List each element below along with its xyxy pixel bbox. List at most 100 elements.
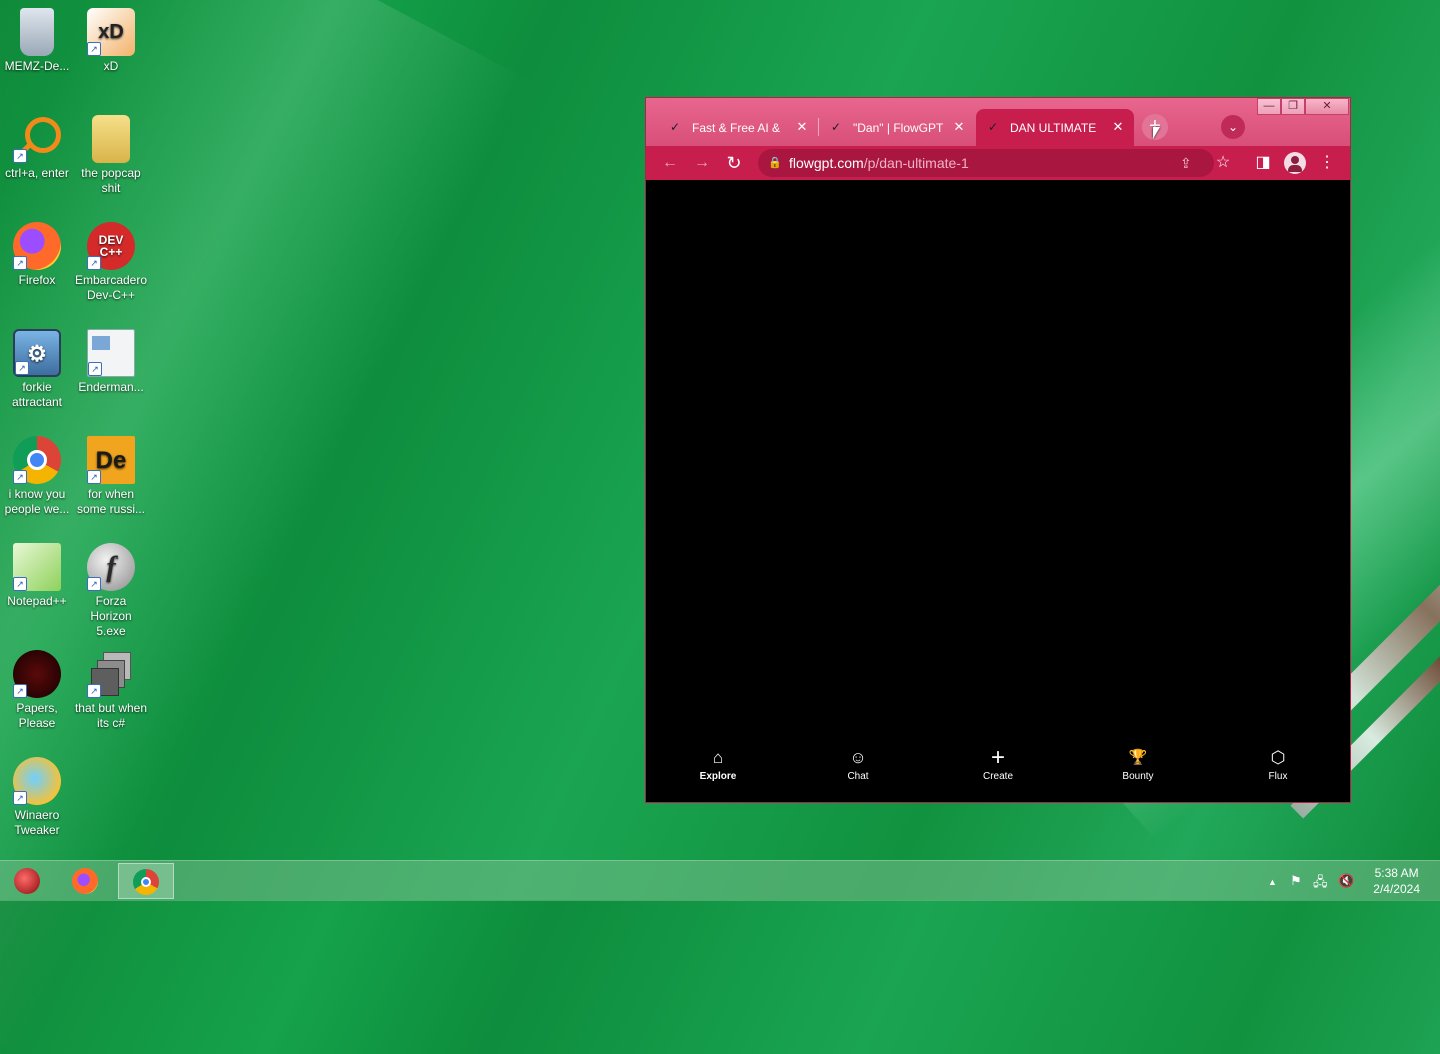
nav-label: Chat [847, 771, 869, 782]
desktop-icon-winaero[interactable]: ↗ Winaero Tweaker [0, 757, 74, 838]
forward-button[interactable]: → [690, 151, 714, 175]
flowgpt-favicon-icon: ✓ [831, 120, 842, 134]
desktop-icon-memz[interactable]: MEMZ-De... [0, 8, 74, 74]
tab-dan-flowgpt[interactable]: ✓ "Dan" | FlowGPT ✕ [819, 109, 975, 146]
desktop-icon-label: Firefox [18, 273, 56, 287]
xd-app-icon: xD ↗ [87, 8, 135, 56]
back-button[interactable]: ← [658, 151, 682, 175]
taskbar-chrome[interactable] [118, 863, 174, 899]
desktop-icon-label: Winaero Tweaker [14, 808, 60, 837]
nav-chat[interactable]: ☺ Chat [818, 748, 898, 782]
desktop-icon-notepadpp[interactable]: ↗ Notepad++ [0, 543, 74, 609]
clock-date: 2/4/2024 [1373, 882, 1420, 896]
desktop-icon-label: Forza Horizon 5.exe [90, 594, 132, 638]
desktop-icon-label: MEMZ-De... [4, 59, 70, 73]
nav-flux[interactable]: ⬡ Flux [1238, 748, 1318, 782]
chat-bot-icon: ☺ [849, 748, 867, 767]
desktop-icon-csharp[interactable]: ↗ that but when its c# [74, 650, 148, 731]
url-text: flowgpt.com/p/dan-ultimate-1 [789, 155, 969, 171]
notepadpp-icon: ↗ [13, 543, 61, 591]
nav-explore[interactable]: ⌂ Explore [678, 748, 758, 782]
desktop-icon-label: Papers, Please [16, 701, 58, 730]
flowgpt-favicon-icon: ✓ [988, 120, 999, 134]
window-app-icon: ↗ [87, 329, 135, 377]
desktop-icon-enderman[interactable]: ↗ Enderman... [74, 329, 148, 395]
bookmark-star-icon[interactable]: ☆ [1211, 151, 1235, 175]
nav-bounty[interactable]: 🏆 Bounty [1098, 748, 1178, 782]
trophy-icon: 🏆 [1128, 749, 1148, 766]
browser-titlebar[interactable]: — ❐ ✕ ✓ Fast & Free AI & ✕ ✓ "Dan" | Flo… [646, 98, 1350, 146]
side-panel-icon[interactable]: ◨ [1251, 151, 1275, 175]
de-app-icon: De ↗ [87, 436, 135, 484]
lock-icon: 🔒 [768, 157, 782, 169]
computer-gear-icon: ⚙ ↗ [13, 329, 61, 377]
papers-please-icon: ↗ [13, 650, 61, 698]
desktop-icon-popcap[interactable]: the popcap shit [74, 115, 148, 196]
taskbar-firefox[interactable] [58, 863, 114, 899]
tab-search-button[interactable]: ⌄ [1221, 115, 1245, 139]
volume-muted-icon[interactable]: 🔇 [1338, 873, 1354, 889]
desktop-icon-label: that but when its c# [74, 701, 148, 730]
desktop-icon-label: forkie attractant [11, 380, 63, 409]
desktop-icon-forkie[interactable]: ⚙ ↗ forkie attractant [0, 329, 74, 410]
tab-close-icon[interactable]: ✕ [794, 119, 810, 135]
network-icon[interactable]: 🖧 [1313, 873, 1328, 895]
action-center-flag-icon[interactable]: ⚑ [1290, 873, 1302, 889]
desktop-icon-devcpp[interactable]: DEV C++ ↗ Embarcadero Dev-C++ [74, 222, 148, 303]
desktop-icon-label: for when some russi... [76, 487, 145, 516]
desktop-icon-forza[interactable]: f ↗ Forza Horizon 5.exe [74, 543, 148, 639]
tab-label: DAN ULTIMATE [1010, 120, 1097, 135]
tab-close-icon[interactable]: ✕ [951, 119, 967, 135]
desktop-icon-de[interactable]: De ↗ for when some russi... [74, 436, 148, 517]
nav-label: Bounty [1122, 771, 1154, 782]
share-icon[interactable]: ⇪ [1180, 149, 1192, 177]
nav-label: Create [982, 771, 1013, 782]
flux-cube-icon: ⬡ [1270, 748, 1286, 767]
desktop-icon-papers[interactable]: ↗ Papers, Please [0, 650, 74, 731]
nav-create[interactable]: + Create [958, 744, 1038, 783]
desktop-icon-label: xD [103, 59, 119, 73]
reload-button[interactable]: ↻ [722, 151, 746, 175]
system-clock[interactable]: 5:38 AM 2/4/2024 [1373, 865, 1420, 897]
taskbar: ▲ ⚑ 🖧 🔇 5:38 AM 2/4/2024 [0, 860, 1440, 901]
desktop-icon-label: Notepad++ [7, 594, 67, 608]
desktop-icon-firefox[interactable]: ↗ Firefox [0, 222, 74, 288]
desktop-icon-ctrl-a[interactable]: ↗ ctrl+a, enter [0, 115, 74, 181]
folder-icon [92, 115, 130, 163]
home-icon: ⌂ [712, 748, 724, 767]
tab-label: "Dan" | FlowGPT [853, 120, 944, 135]
winaero-icon: ↗ [13, 757, 61, 805]
tray-chevron-icon[interactable]: ▲ [1268, 877, 1277, 887]
desktop-icon-label: i know you people we... [4, 487, 70, 516]
minimize-button[interactable]: — [1257, 98, 1281, 115]
menu-kebab-icon[interactable]: ⋮ [1315, 151, 1339, 175]
clock-time: 5:38 AM [1374, 866, 1419, 880]
profile-avatar[interactable] [1284, 152, 1306, 174]
address-bar[interactable]: 🔒 flowgpt.com/p/dan-ultimate-1 ⇪ [758, 149, 1214, 177]
maximize-button[interactable]: ❐ [1281, 98, 1305, 115]
taskbar-memz[interactable] [0, 863, 56, 899]
tab-dan-ultimate[interactable]: ✓ DAN ULTIMATE ✕ [976, 109, 1134, 146]
desktop-icon-label: Embarcadero Dev-C++ [74, 273, 148, 302]
browser-toolbar: ← → ↻ 🔒 flowgpt.com/p/dan-ultimate-1 ⇪ ☆… [646, 146, 1350, 180]
search-magnifier-icon: ↗ [13, 115, 61, 163]
flowgpt-favicon-icon: ✓ [670, 120, 681, 134]
bottom-navigation: ⌂ Explore ☺ Chat + Create 🏆 Bounty ⬡ Flu… [646, 742, 1350, 802]
tab-fast-free-ai[interactable]: ✓ Fast & Free AI & ✕ [658, 109, 818, 146]
firefox-icon [72, 868, 98, 894]
close-window-button[interactable]: ✕ [1305, 98, 1349, 115]
nav-label: Flux [1268, 771, 1288, 782]
chrome-icon [133, 869, 159, 895]
desktop-icon-label: Enderman... [78, 380, 144, 394]
plus-icon: + [990, 744, 1005, 771]
browser-window: — ❐ ✕ ✓ Fast & Free AI & ✕ ✓ "Dan" | Flo… [645, 97, 1351, 803]
desktop-icon-label: ctrl+a, enter [5, 166, 69, 180]
chrome-icon: ↗ [13, 436, 61, 484]
tab-label: Fast & Free AI & [692, 120, 781, 135]
desktop-icon-chrome[interactable]: ↗ i know you people we... [0, 436, 74, 517]
tab-close-icon[interactable]: ✕ [1110, 119, 1126, 135]
desktop-icon-label: the popcap shit [81, 166, 141, 195]
mouse-cursor [1153, 127, 1160, 139]
devcpp-icon: DEV C++ ↗ [87, 222, 135, 270]
desktop-icon-xd[interactable]: xD ↗ xD [74, 8, 148, 74]
